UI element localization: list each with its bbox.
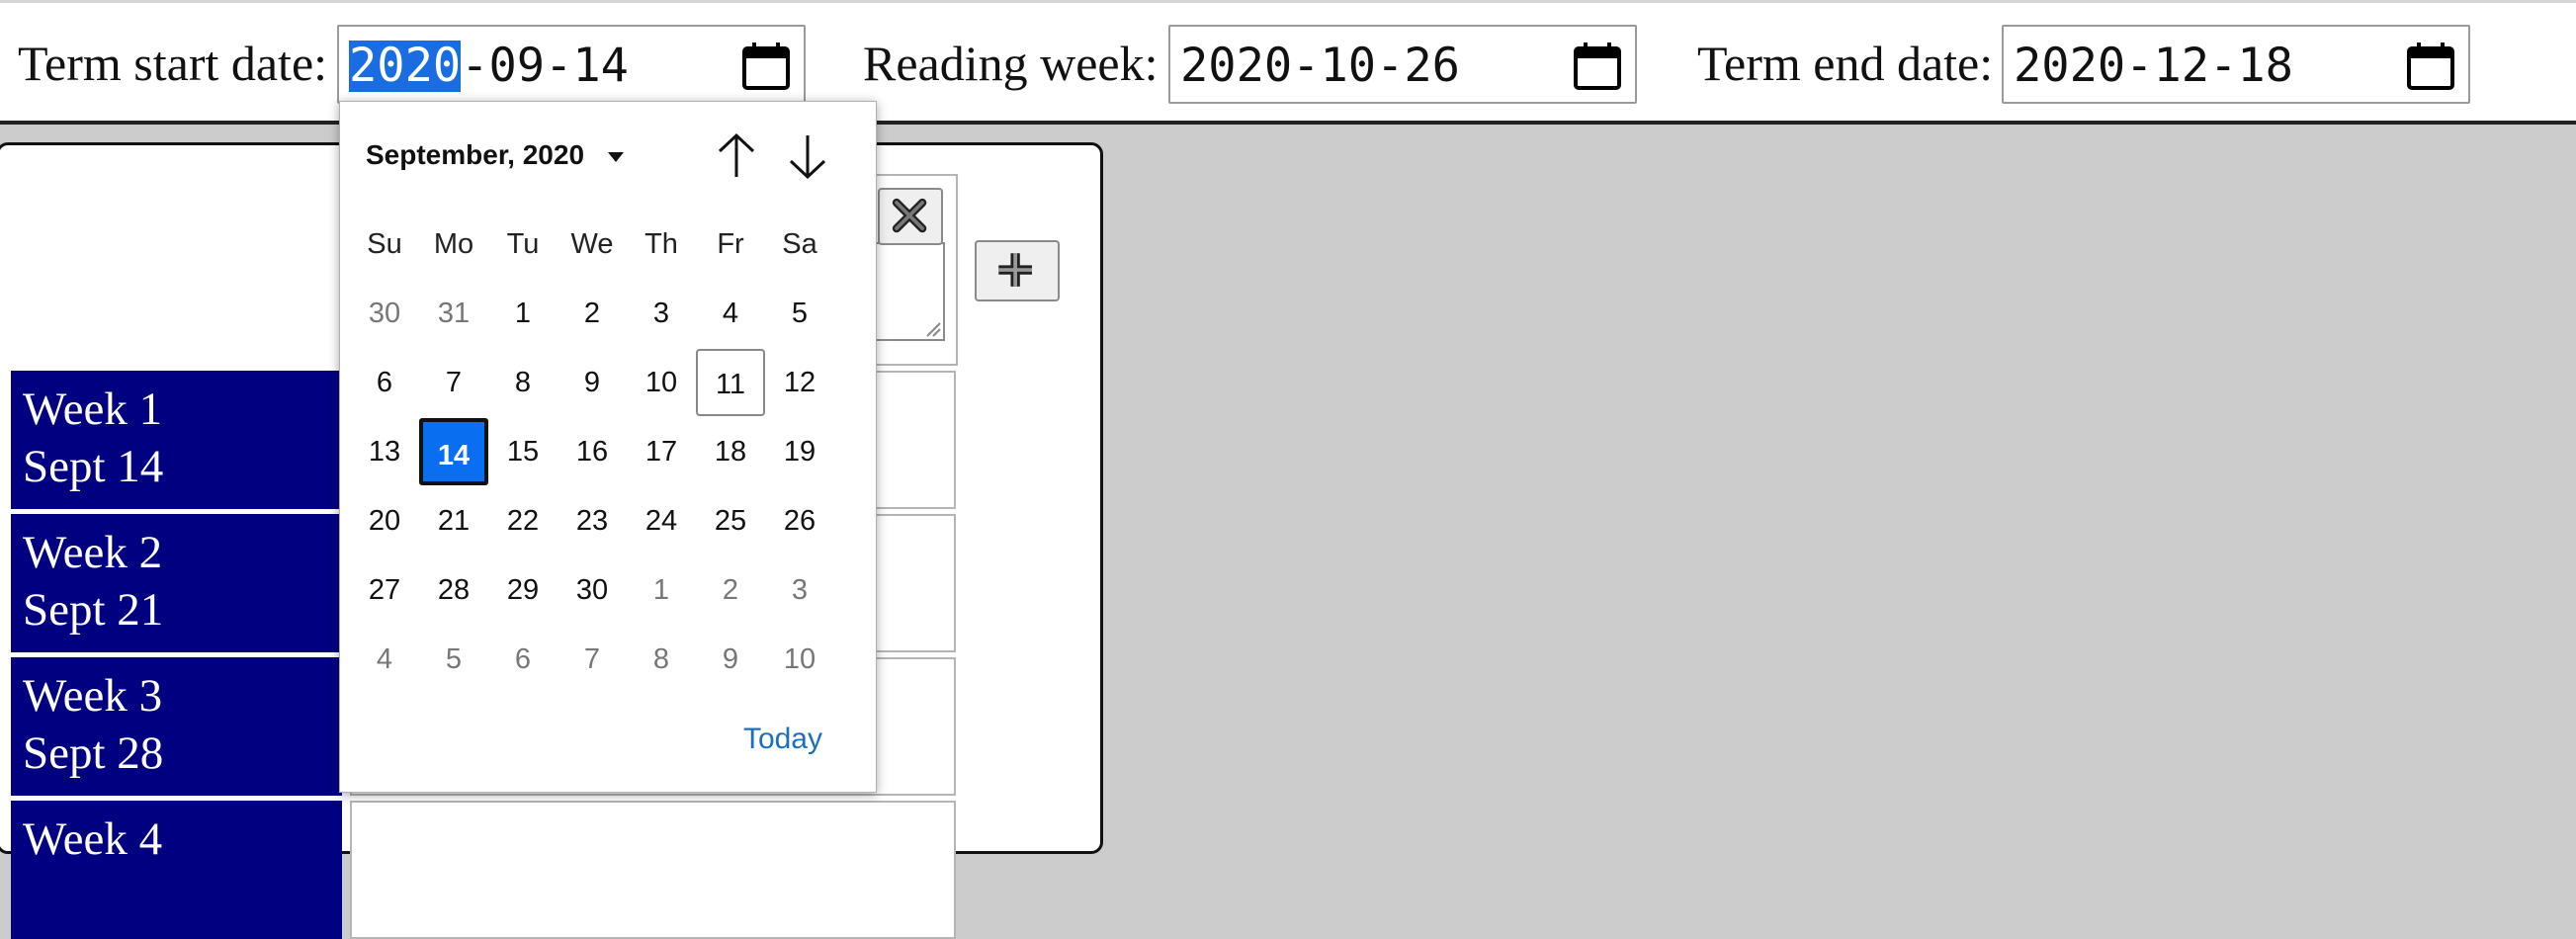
calendar-day[interactable]: 24 bbox=[627, 487, 696, 555]
calendar-day[interactable]: 1 bbox=[488, 280, 558, 347]
calendar-day[interactable]: 1 bbox=[627, 556, 696, 624]
weekday-label: We bbox=[570, 228, 614, 260]
weekday-label: Tu bbox=[506, 228, 540, 260]
plus-icon bbox=[998, 253, 1032, 287]
week-content-4[interactable] bbox=[350, 801, 956, 939]
calendar-day[interactable]: 14 bbox=[419, 418, 488, 485]
calendar-day[interactable]: 2 bbox=[696, 556, 765, 624]
add-note-button[interactable] bbox=[975, 240, 1060, 301]
calendar-day[interactable]: 10 bbox=[627, 349, 696, 416]
calendar-day[interactable]: 25 bbox=[696, 487, 765, 555]
calendar-day[interactable]: 22 bbox=[488, 487, 558, 555]
calendar-day[interactable]: 6 bbox=[488, 626, 558, 693]
calendar-day[interactable]: 26 bbox=[765, 487, 834, 555]
calendar-day[interactable]: 4 bbox=[696, 280, 765, 347]
calendar-day[interactable]: 8 bbox=[488, 349, 558, 416]
arrow-down-icon[interactable] bbox=[785, 131, 830, 181]
close-icon bbox=[892, 198, 927, 233]
calendar-day[interactable]: 9 bbox=[696, 626, 765, 693]
term-start-value: 2020-09-14 bbox=[349, 41, 629, 92]
term-start-year-segment[interactable]: 2020 bbox=[349, 41, 462, 92]
calendar-day[interactable]: 3 bbox=[627, 280, 696, 347]
calendar-icon[interactable] bbox=[1570, 39, 1625, 94]
term-end-input[interactable]: 2020-12-18 bbox=[2002, 25, 2470, 104]
calendar-day[interactable]: 12 bbox=[765, 349, 834, 416]
calendar-day[interactable]: 19 bbox=[765, 418, 834, 485]
calendar-day[interactable]: 29 bbox=[488, 556, 558, 624]
calendar-day[interactable]: 27 bbox=[350, 556, 419, 624]
calendar-day[interactable]: 6 bbox=[350, 349, 419, 416]
week-label-2: Week 2 Sept 21 bbox=[11, 514, 342, 652]
month-year-select[interactable]: September, 2020 bbox=[366, 139, 584, 171]
week-title: Week 2 bbox=[23, 527, 163, 578]
calendar-day[interactable]: 16 bbox=[558, 418, 627, 485]
reading-week-label: Reading week: bbox=[863, 36, 1159, 91]
weekday-label: Mo bbox=[433, 228, 474, 260]
calendar-day[interactable]: 7 bbox=[558, 626, 627, 693]
calendar-day[interactable]: 11 bbox=[696, 349, 765, 416]
calendar-day[interactable]: 28 bbox=[419, 556, 488, 624]
weekday-label: Sa bbox=[782, 228, 817, 260]
calendar-day[interactable]: 30 bbox=[558, 556, 627, 624]
calendar-day[interactable]: 4 bbox=[350, 626, 419, 693]
calendar-day[interactable]: 8 bbox=[627, 626, 696, 693]
weekday-label: Fr bbox=[717, 228, 744, 260]
calendar-day[interactable]: 20 bbox=[350, 487, 419, 555]
arrow-up-icon[interactable] bbox=[714, 131, 759, 181]
calendar-day[interactable]: 17 bbox=[627, 418, 696, 485]
week-date: Sept 28 bbox=[23, 727, 164, 779]
calendar-day[interactable]: 13 bbox=[350, 418, 419, 485]
term-start-input[interactable]: 2020-09-14 bbox=[337, 25, 806, 104]
calendar-day[interactable]: 30 bbox=[350, 280, 419, 347]
calendar-day[interactable]: 5 bbox=[419, 626, 488, 693]
weekday-header: Su Mo Tu We Th Fr Sa bbox=[350, 228, 868, 268]
calendar-day[interactable]: 10 bbox=[765, 626, 834, 693]
calendar-days-grid: 30 31 1 2 3 4 5 6 7 8 9 10 11 12 13 14 15 16 17 18 19 20 21 22 2… bbox=[350, 280, 868, 695]
term-end-label: Term end date: bbox=[1697, 36, 1994, 91]
week-title: Week 3 bbox=[23, 670, 163, 722]
term-start-label: Term start date: bbox=[18, 36, 328, 91]
week-date: Sept 21 bbox=[23, 584, 164, 636]
date-picker-popup: September, 2020 Su Mo Tu We Th Fr Sa 30 3… bbox=[339, 101, 877, 793]
week-title: Week 1 bbox=[23, 384, 163, 435]
calendar-day[interactable]: 15 bbox=[488, 418, 558, 485]
remove-note-button[interactable] bbox=[878, 188, 943, 245]
weekday-label: Su bbox=[367, 228, 402, 260]
calendar-day[interactable]: 3 bbox=[765, 556, 834, 624]
calendar-day[interactable]: 5 bbox=[765, 280, 834, 347]
week-title: Week 4 bbox=[23, 813, 163, 865]
calendar-day[interactable]: 23 bbox=[558, 487, 627, 555]
term-end-value: 2020-12-18 bbox=[2014, 39, 2293, 93]
term-start-rest-segment[interactable]: -09-14 bbox=[461, 41, 629, 92]
reading-week-value: 2020-10-26 bbox=[1180, 39, 1460, 93]
calendar-day[interactable]: 31 bbox=[419, 280, 488, 347]
calendar-day[interactable]: 9 bbox=[558, 349, 627, 416]
today-button[interactable]: Today bbox=[743, 723, 822, 756]
caret-down-icon[interactable] bbox=[607, 151, 625, 163]
resize-grip-icon[interactable] bbox=[923, 319, 941, 337]
calendar-day[interactable]: 7 bbox=[419, 349, 488, 416]
week-label-3: Week 3 Sept 28 bbox=[11, 657, 342, 796]
calendar-icon[interactable] bbox=[738, 39, 794, 94]
calendar-day[interactable]: 2 bbox=[558, 280, 627, 347]
calendar-day[interactable]: 18 bbox=[696, 418, 765, 485]
week-date: Sept 14 bbox=[23, 441, 164, 492]
week-label-4: Week 4 bbox=[11, 801, 342, 939]
weekday-label: Th bbox=[644, 228, 678, 260]
reading-week-input[interactable]: 2020-10-26 bbox=[1168, 25, 1637, 104]
calendar-icon[interactable] bbox=[2403, 39, 2458, 94]
week-label-1: Week 1 Sept 14 bbox=[11, 371, 342, 509]
calendar-day[interactable]: 21 bbox=[419, 487, 488, 555]
